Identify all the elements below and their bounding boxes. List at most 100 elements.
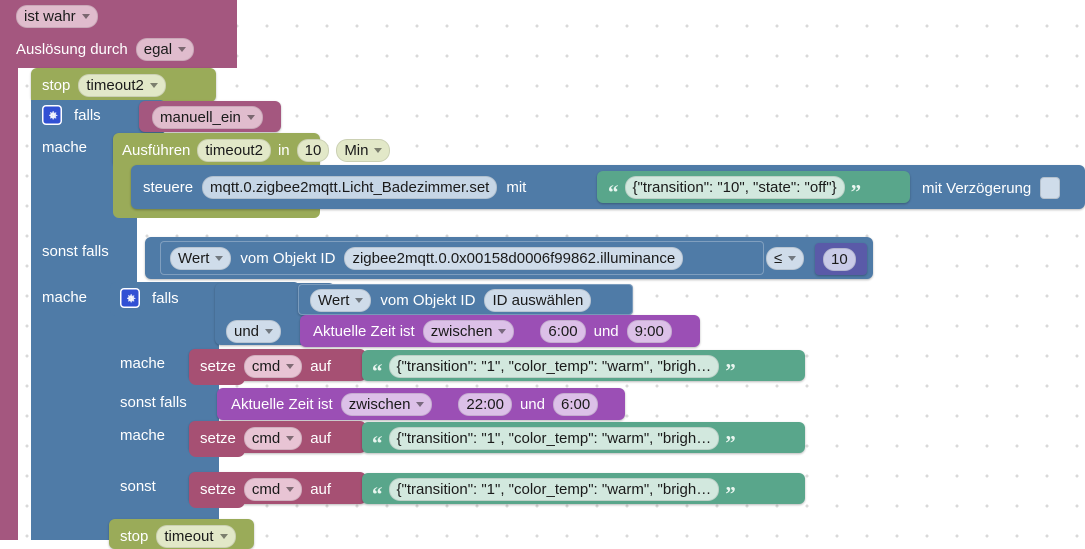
control-keyword: steuere [143, 179, 194, 197]
set-cmd-2-row: setze cmd auf [200, 427, 331, 451]
if-outer-elseif-label: sonst falls [42, 243, 109, 260]
chevron-down-icon [81, 14, 90, 20]
if-outer-do-label-wrap: mache [42, 140, 87, 155]
stop-timer-keyword: stop [42, 77, 71, 95]
if-inner-do-label: mache [120, 355, 166, 372]
get-value-inner-object-id-value: ID auswählen [492, 292, 584, 309]
get-value-object-id-field[interactable]: zigbee2mqtt.0.0x00158d0006f99862.illumin… [344, 247, 684, 271]
compare-number-value: 10 [831, 251, 848, 268]
time-condition-2-from-value: 22:00 [466, 396, 504, 413]
timeout-exec-amount-field[interactable]: 10 [296, 139, 330, 163]
chevron-down-icon [286, 487, 295, 493]
time-condition-1-prefix: Aktuelle Zeit ist [313, 323, 415, 341]
time-condition-1-and-label: und [593, 323, 619, 341]
variable-manuell-ein-value: manuell_ein [160, 109, 241, 126]
compare-number-field[interactable]: 10 [823, 248, 856, 272]
blockly-workspace[interactable]: ist wahr Auslösung durch egal stop timeo… [0, 0, 1085, 549]
if-inner-elseif-label-wrap: sonst falls [120, 395, 187, 410]
set-cmd-1-text-row: “ {"transition": "1", "color_temp": "war… [372, 355, 736, 381]
set-cmd-2-text-field[interactable]: {"transition": "1", "color_temp": "warm"… [388, 427, 720, 451]
chevron-down-icon [178, 47, 187, 53]
control-delay-checkbox[interactable] [1040, 177, 1061, 199]
set-cmd-2-variable-value: cmd [251, 430, 281, 447]
set-cmd-2-text-value: {"transition": "1", "color_temp": "warm"… [396, 430, 712, 447]
timeout-exec-row: Ausführen timeout2 in 10 Min [122, 139, 391, 163]
get-value-selector-value: Wert [178, 250, 210, 267]
stop-timer-bottom-dropdown[interactable]: timeout [156, 525, 236, 549]
if-inner-else-label: sonst [120, 478, 156, 495]
if-inner-do-label-wrap: mache [120, 356, 165, 371]
time-condition-2-to-field[interactable]: 6:00 [553, 393, 599, 417]
set-cmd-2-text-row: “ {"transition": "1", "color_temp": "war… [372, 427, 736, 453]
stop-timer-row: stop timeout2 [42, 74, 166, 98]
logic-and-value: und [234, 323, 260, 340]
stop-timer-bottom-keyword: stop [120, 528, 149, 546]
get-value-selector-dropdown[interactable]: Wert [170, 247, 232, 271]
set-cmd-3-variable-dropdown[interactable]: cmd [243, 478, 303, 502]
chevron-down-icon [355, 298, 364, 304]
chevron-down-icon [149, 83, 158, 89]
gear-icon[interactable] [120, 288, 140, 308]
timeout-exec-timer-value: timeout2 [205, 142, 263, 159]
timeout-exec-unit-dropdown[interactable]: Min [336, 139, 391, 163]
variable-manuell-ein-row: manuell_ein [152, 106, 263, 130]
set-cmd-1-row: setze cmd auf [200, 355, 331, 379]
time-condition-2-row: Aktuelle Zeit ist zwischen 22:00 und 6:0… [231, 393, 599, 417]
compare-number-row: 10 [823, 248, 856, 272]
if-outer-header-row: falls [42, 105, 101, 125]
compare-operator-dropdown[interactable]: ≤ [766, 247, 805, 271]
trigger-source-dropdown[interactable]: egal [135, 38, 195, 62]
get-value-inner-object-id-field[interactable]: ID auswählen [484, 289, 592, 313]
gear-icon[interactable] [42, 105, 62, 125]
chevron-down-icon [286, 364, 295, 370]
set-cmd-2-variable-dropdown[interactable]: cmd [243, 427, 303, 451]
set-cmd-3-text-field[interactable]: {"transition": "1", "color_temp": "warm"… [388, 478, 720, 502]
ist-wahr-label: ist wahr [24, 8, 76, 25]
if-inner-label: falls [152, 289, 179, 307]
chevron-down-icon [416, 402, 425, 408]
ist-wahr-dropdown[interactable]: ist wahr [16, 5, 98, 29]
if-inner-elsedo-label: mache [120, 427, 166, 444]
get-value-row: Wert vom Objekt ID zigbee2mqtt.0.0x00158… [170, 247, 684, 271]
control-object-id-field[interactable]: mqtt.0.zigbee2mqtt.Licht_Badezimmer.set [202, 176, 498, 200]
time-condition-2-mode-dropdown[interactable]: zwischen [340, 393, 433, 417]
if-inner-elseif-label: sonst falls [120, 394, 187, 411]
stop-timer-bottom-row: stop timeout [120, 525, 236, 549]
if-outer-elseif-label-wrap: sonst falls [42, 244, 109, 259]
time-condition-1-from-value: 6:00 [548, 323, 578, 340]
set-cmd-3-variable-value: cmd [251, 481, 281, 498]
chevron-down-icon [219, 534, 228, 540]
variable-manuell-ein-dropdown[interactable]: manuell_ein [152, 106, 263, 130]
time-condition-2-from-field[interactable]: 22:00 [458, 393, 512, 417]
if-outer-do-label: mache [42, 139, 88, 156]
if-inner-else-label-wrap: sonst [120, 479, 156, 494]
set-cmd-3-text-value: {"transition": "1", "color_temp": "warm"… [396, 481, 712, 498]
stop-timer-dropdown[interactable]: timeout2 [78, 74, 166, 98]
chevron-down-icon [498, 329, 507, 335]
control-row: steuere mqtt.0.zigbee2mqtt.Licht_Badezim… [143, 176, 526, 200]
get-value-inner-selector-dropdown[interactable]: Wert [310, 289, 372, 313]
logic-and-dropdown[interactable]: und [226, 320, 282, 344]
get-value-object-label: vom Objekt ID [240, 250, 336, 268]
timeout-exec-timer-field[interactable]: timeout2 [197, 139, 271, 163]
chevron-down-icon [286, 436, 295, 442]
get-value-inner-row: Wert vom Objekt ID ID auswählen [310, 289, 592, 313]
chevron-down-icon [788, 256, 797, 262]
trigger-block-spine [0, 60, 18, 540]
if-inner-header-row: falls [120, 288, 179, 308]
set-cmd-1-variable-dropdown[interactable]: cmd [243, 355, 303, 379]
set-cmd-1-text-field[interactable]: {"transition": "1", "color_temp": "warm"… [388, 355, 720, 379]
time-condition-1-mode-value: zwischen [430, 323, 493, 340]
compare-operator-value: ≤ [774, 250, 783, 267]
control-text-field[interactable]: {"transition": "10", "state": "off"} [624, 176, 845, 200]
time-condition-1-from-field[interactable]: 6:00 [540, 320, 586, 344]
time-condition-2-prefix: Aktuelle Zeit ist [231, 396, 333, 414]
chevron-down-icon [265, 329, 274, 335]
set-cmd-3-keyword: setze [200, 481, 236, 499]
time-condition-1-mode-dropdown[interactable]: zwischen [422, 320, 515, 344]
trigger-condition-row: ist wahr [16, 5, 98, 29]
time-condition-1-to-field[interactable]: 9:00 [626, 320, 672, 344]
if-outer-elsedo-label-wrap: mache [42, 290, 87, 305]
chevron-down-icon [374, 148, 383, 154]
time-condition-1-to-value: 9:00 [634, 323, 664, 340]
